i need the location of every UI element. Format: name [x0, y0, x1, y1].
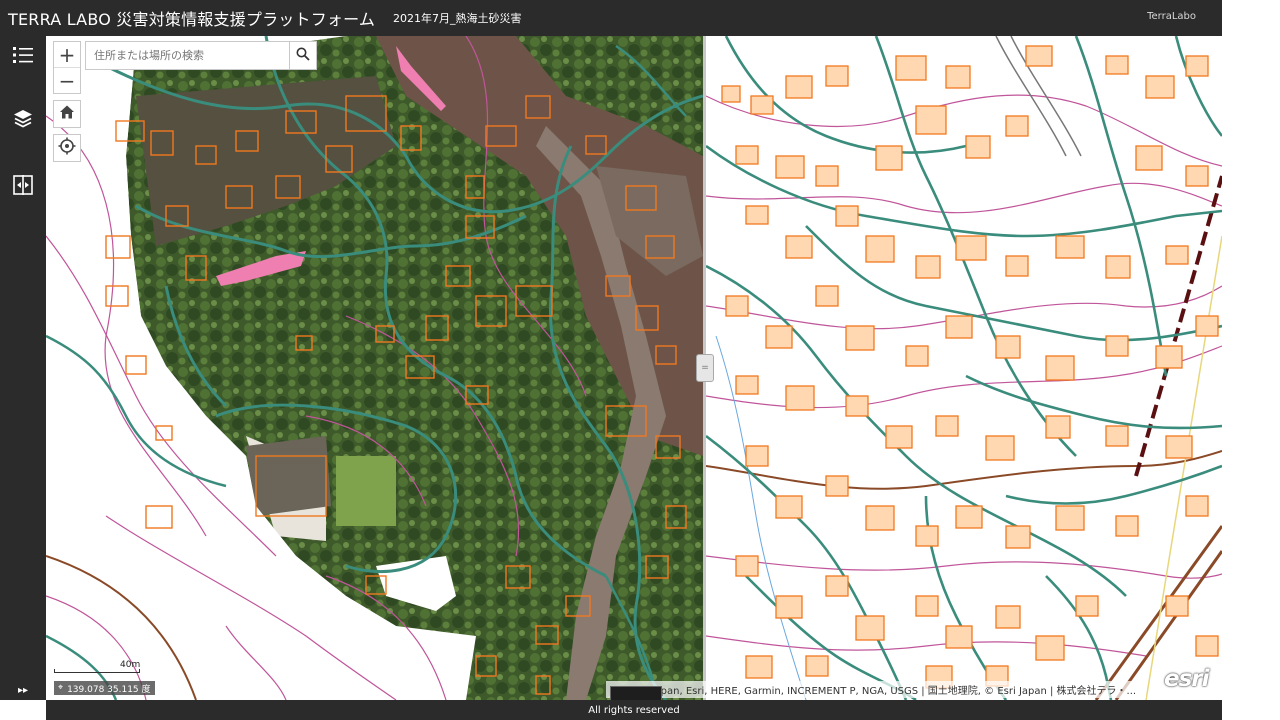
zoom-in-button[interactable]: +: [54, 42, 80, 67]
map-attribution[interactable]: Esri Japan, Esri, HERE, Garmin, INCREMEN…: [606, 681, 1146, 698]
app-title: TERRA LABO 災害対策情報支援プラットフォーム: [8, 10, 376, 29]
side-toolbar: ▸▸: [0, 36, 46, 700]
search-widget: [85, 41, 317, 70]
locate-icon: [58, 137, 76, 159]
layer-list-button[interactable]: [8, 42, 38, 72]
search-icon: [296, 46, 310, 65]
app-header: TERRA LABO 災害対策情報支援プラットフォーム 2021年7月_熱海土砂…: [0, 0, 1222, 36]
crosshair-icon: ⌖: [58, 683, 64, 693]
expand-sidebar-button[interactable]: ▸▸: [0, 680, 46, 700]
coordinate-value: 139.078 35.115 度: [67, 684, 151, 695]
home-icon: [59, 104, 75, 124]
zoom-control: + −: [53, 41, 81, 94]
map-canvas[interactable]: [46, 36, 1222, 700]
app-footer: All rights reserved: [46, 700, 1222, 720]
footer-text: All rights reserved: [588, 704, 680, 716]
scale-label: 40m: [120, 660, 141, 670]
basemap-gallery-button[interactable]: [8, 106, 38, 136]
home-button[interactable]: [53, 100, 81, 128]
swipe-handle[interactable]: =: [696, 354, 714, 382]
app-subtitle: 2021年7月_熱海土砂災害: [393, 12, 522, 25]
locate-button[interactable]: [53, 134, 81, 162]
header-user-label[interactable]: TerraLabo: [1147, 11, 1196, 22]
layers-icon: [12, 108, 34, 134]
topographic-basemap-layer: [706, 36, 1222, 700]
swipe-compare-button[interactable]: [8, 172, 38, 202]
swipe-icon: [12, 174, 34, 200]
attribution-toggle[interactable]: [610, 686, 662, 700]
list-icon: [12, 45, 34, 69]
scale-bar: 40m: [54, 660, 174, 674]
esri-logo: esri: [1164, 666, 1210, 692]
zoom-out-button[interactable]: −: [54, 67, 80, 93]
map-view[interactable]: = + − 住所または場所の検索 40m ⌖ 139.078 35.115 度 …: [46, 36, 1222, 700]
coordinate-readout[interactable]: ⌖ 139.078 35.115 度: [54, 681, 155, 695]
search-button[interactable]: [289, 42, 316, 69]
search-input[interactable]: [86, 42, 289, 69]
aerial-imagery-layer: [46, 36, 703, 700]
